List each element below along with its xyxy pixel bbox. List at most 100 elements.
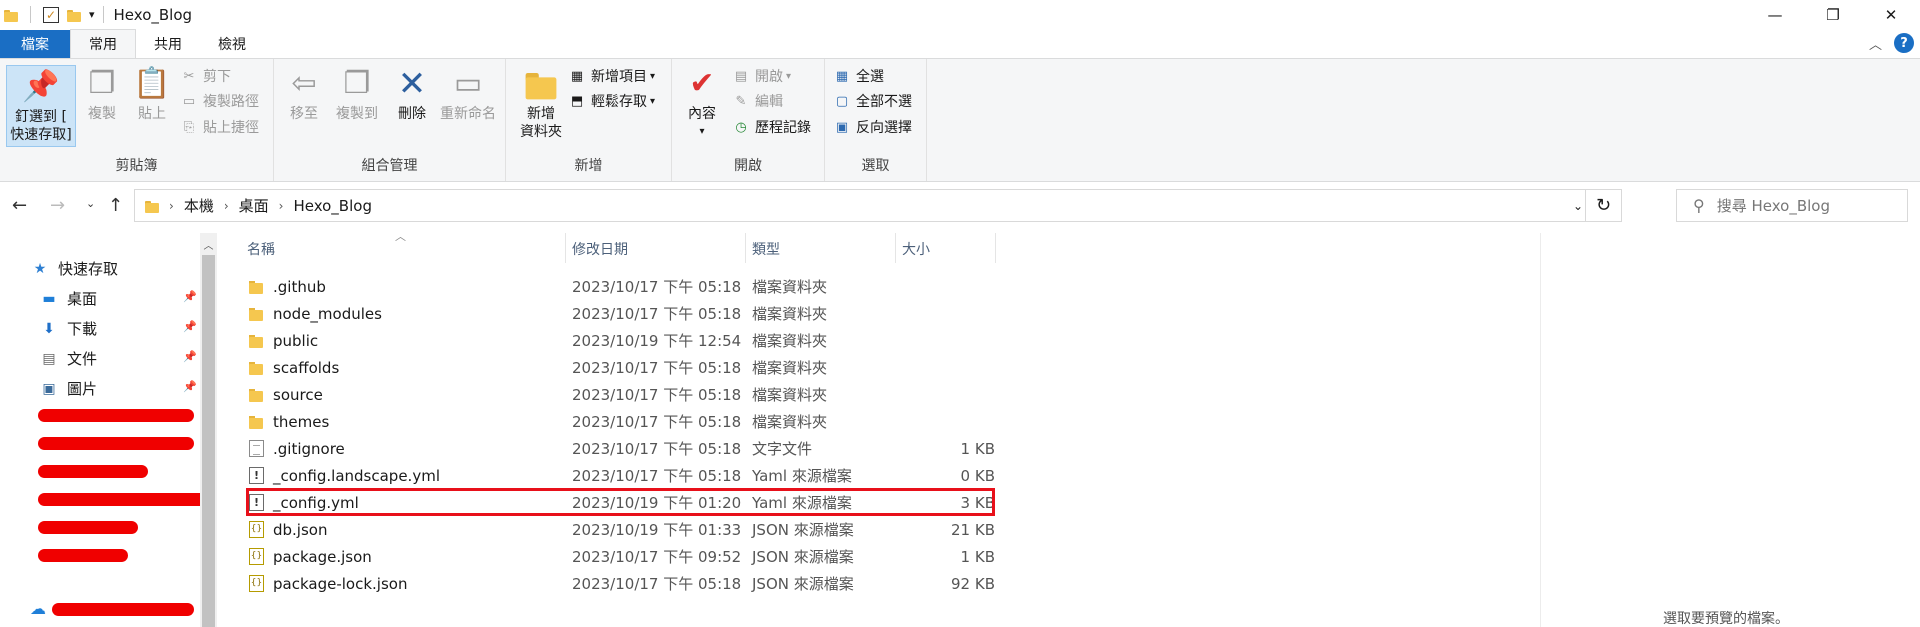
copy-path-button[interactable]: ▭ 複製路徑 — [180, 90, 259, 112]
open-button[interactable]: ▤ 開啟 ▾ — [732, 65, 791, 87]
new-folder-button[interactable]: 新增 資料夾 — [516, 65, 566, 141]
copy-button[interactable]: ❐ 複製 — [82, 65, 122, 123]
file-row[interactable]: {} db.json 2023/10/19 下午 01:33 JSON 來源檔案… — [240, 516, 995, 543]
cut-button[interactable]: ✂ 剪下 — [180, 65, 231, 87]
new-item-button[interactable]: ▦ 新增項目 ▾ — [568, 65, 655, 87]
column-header-type[interactable]: 類型 — [752, 233, 780, 265]
rename-label: 重新命名 — [440, 106, 496, 122]
paste-label: 貼上 — [138, 106, 166, 122]
select-all-button[interactable]: ▦ 全選 — [833, 65, 884, 87]
file-type: JSON 來源檔案 — [752, 521, 854, 539]
recent-locations-chevron-icon[interactable]: ⌄ — [86, 197, 95, 210]
back-arrow-icon[interactable]: ← — [12, 195, 27, 216]
column-header-name[interactable]: 名稱 — [247, 233, 275, 265]
nav-pictures-label: 圖片 — [67, 380, 98, 398]
divider — [30, 6, 31, 23]
nav-pane-scrollbar[interactable]: ︿ — [200, 233, 217, 627]
rename-button[interactable]: ▭ 重新命名 — [436, 65, 500, 123]
history-icon: ◷ — [735, 119, 747, 135]
navigation-pane: ★ 快速存取 ▬ 桌面 📌 ⬇ 下載 📌 ▤ 文件 📌 ▣ 圖片 📌 ☁ ︿ — [0, 233, 218, 627]
file-row[interactable]: public 2023/10/19 下午 12:54 檔案資料夾 — [240, 327, 995, 354]
file-size: 0 KB — [960, 466, 995, 485]
file-row[interactable]: .gitignore 2023/10/17 下午 05:18 文字文件 1 KB — [240, 435, 995, 462]
column-divider[interactable] — [745, 233, 746, 263]
collapse-ribbon-chevron-icon[interactable]: ︿ — [1869, 34, 1882, 53]
redaction-mark — [38, 409, 194, 422]
invert-selection-button[interactable]: ▣ 反向選擇 — [833, 116, 912, 138]
file-row[interactable]: themes 2023/10/17 下午 05:18 檔案資料夾 — [240, 408, 995, 435]
preview-pane-divider[interactable] — [1540, 233, 1541, 627]
delete-button[interactable]: ✕ 刪除 — [394, 65, 430, 123]
copy-icon: ❐ — [88, 66, 116, 101]
pin-to-quick-access-button[interactable]: 📌 釘選到 [ 快速存取] — [6, 65, 76, 147]
new-folder-icon[interactable] — [67, 8, 81, 22]
group-organize: ⇦ 移至 ❐ 複製到 ✕ 刪除 ▭ 重新命名 組合管理 — [274, 59, 506, 181]
file-row[interactable]: source 2023/10/17 下午 05:18 檔案資料夾 — [240, 381, 995, 408]
file-row[interactable]: {} package-lock.json 2023/10/17 下午 05:18… — [240, 570, 995, 597]
pin-icon: 📌 — [183, 320, 197, 333]
nav-desktop[interactable]: ▬ 桌面 — [40, 288, 97, 309]
edit-label: 編輯 — [755, 94, 783, 110]
column-divider[interactable] — [565, 233, 566, 263]
scroll-up-chevron-icon[interactable]: ︿ — [200, 237, 217, 252]
tab-share[interactable]: 共用 — [136, 30, 200, 58]
file-row[interactable]: ! _config.landscape.yml 2023/10/17 下午 05… — [240, 462, 995, 489]
nav-documents[interactable]: ▤ 文件 — [40, 348, 97, 369]
file-row[interactable]: scaffolds 2023/10/17 下午 05:18 檔案資料夾 — [240, 354, 995, 381]
refresh-icon[interactable]: ↻ — [1585, 190, 1621, 221]
move-to-button[interactable]: ⇦ 移至 — [286, 65, 322, 123]
column-divider[interactable] — [895, 233, 896, 263]
file-name: scaffolds — [273, 358, 340, 377]
edit-button[interactable]: ✎ 編輯 — [732, 90, 783, 112]
column-divider[interactable] — [995, 233, 996, 263]
redaction-mark — [52, 603, 194, 616]
ribbon: 📌 釘選到 [ 快速存取] ❐ 複製 📋 貼上 ✂ 剪下 ▭ 複製路徑 ⎘ 貼上… — [0, 58, 1920, 182]
tab-home[interactable]: 常用 — [70, 29, 136, 58]
nav-pictures[interactable]: ▣ 圖片 — [40, 378, 97, 399]
column-header-date[interactable]: 修改日期 — [572, 233, 628, 265]
properties-button[interactable]: ✔ 內容 ▾ — [682, 65, 722, 141]
forward-arrow-icon[interactable]: → — [50, 195, 65, 216]
close-button[interactable]: ✕ — [1862, 0, 1920, 29]
easy-access-button[interactable]: ⬒ 輕鬆存取 ▾ — [568, 90, 655, 112]
pin-icon: 📌 — [183, 290, 197, 303]
breadcrumb-this-pc[interactable]: 本機 — [184, 195, 214, 216]
column-header-size[interactable]: 大小 — [902, 233, 930, 265]
file-type: 檔案資料夾 — [752, 413, 828, 431]
pin-icon: 📌 — [183, 350, 197, 363]
copy-to-button[interactable]: ❐ 複製到 — [332, 65, 382, 123]
maximize-button[interactable]: ❐ — [1804, 0, 1862, 29]
file-row[interactable]: {} package.json 2023/10/17 下午 09:52 JSON… — [240, 543, 995, 570]
breadcrumb-hexo-blog[interactable]: Hexo_Blog — [293, 197, 372, 215]
help-icon[interactable]: ? — [1894, 33, 1914, 53]
paste-button[interactable]: 📋 貼上 — [132, 65, 172, 123]
file-name: .gitignore — [273, 439, 345, 458]
tab-file[interactable]: 檔案 — [0, 30, 70, 58]
folder-icon — [4, 8, 18, 22]
address-dropdown-chevron-icon[interactable]: ⌄ — [1573, 199, 1583, 213]
customize-toolbar-chevron-icon[interactable]: ▾ — [89, 8, 95, 21]
nav-quick-access-label: 快速存取 — [58, 260, 119, 278]
search-input[interactable]: ⚲ 搜尋 Hexo_Blog — [1676, 189, 1908, 222]
properties-check-icon[interactable]: ✓ — [43, 6, 59, 23]
group-label-select: 選取 — [861, 158, 890, 174]
up-arrow-icon[interactable]: ↑ — [108, 195, 123, 216]
new-folder-label-line2: 資料夾 — [520, 124, 562, 140]
tab-view[interactable]: 檢視 — [200, 30, 264, 58]
breadcrumb-desktop[interactable]: 桌面 — [239, 195, 269, 216]
nav-downloads[interactable]: ⬇ 下載 — [40, 318, 97, 339]
nav-quick-access[interactable]: ★ 快速存取 — [31, 258, 118, 279]
address-bar[interactable]: › 本機 › 桌面 › Hexo_Blog ⌄ ↻ — [134, 189, 1622, 222]
scrollbar-thumb[interactable] — [202, 255, 215, 627]
file-name: db.json — [273, 520, 328, 539]
history-button[interactable]: ◷ 歷程記錄 — [732, 116, 811, 138]
select-none-button[interactable]: ▢ 全部不選 — [833, 90, 912, 112]
file-row[interactable]: node_modules 2023/10/17 下午 05:18 檔案資料夾 — [240, 300, 995, 327]
paste-shortcut-button[interactable]: ⎘ 貼上捷徑 — [180, 116, 259, 138]
file-size: 1 KB — [960, 439, 995, 458]
file-date: 2023/10/17 下午 09:52 — [572, 548, 742, 566]
group-label-new: 新增 — [574, 158, 603, 174]
minimize-button[interactable]: — — [1746, 0, 1804, 29]
folder-icon — [249, 305, 264, 322]
file-row[interactable]: .github 2023/10/17 下午 05:18 檔案資料夾 — [240, 273, 995, 300]
